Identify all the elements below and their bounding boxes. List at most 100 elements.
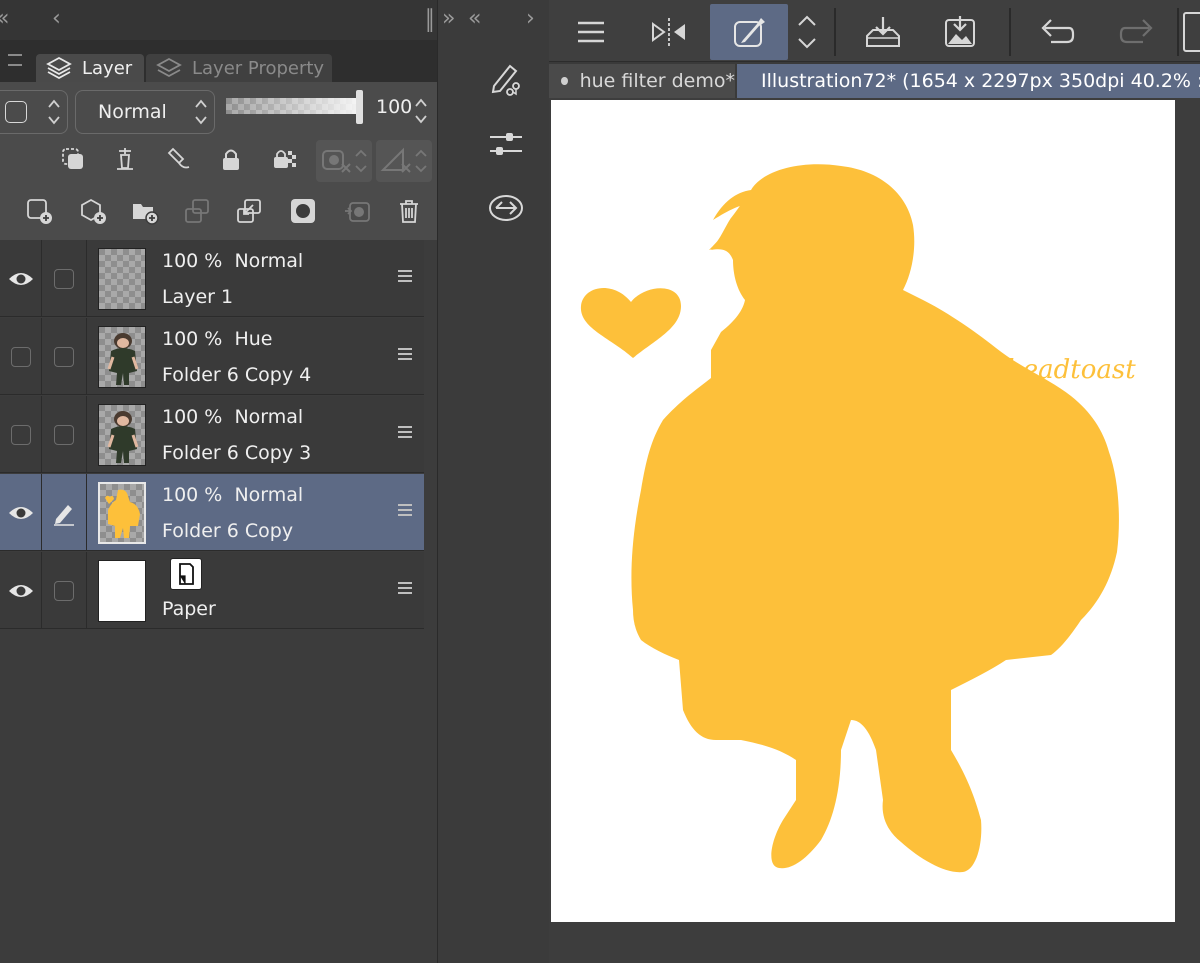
layer-name: Folder 6 Copy 4 (162, 364, 312, 386)
lock-layer-icon[interactable] (214, 142, 248, 176)
ruler-toggle-button[interactable] (376, 140, 432, 182)
layer-menu-icon[interactable] (398, 270, 412, 282)
checkbox (54, 424, 74, 445)
canvas-area: hue filter demo* Illustration72* (1654 x… (549, 0, 1200, 963)
apply-mask-icon[interactable] (340, 194, 374, 228)
opacity-value[interactable]: 100 (376, 96, 412, 118)
pen-icon (54, 504, 74, 526)
new-vector-layer-icon[interactable] (76, 194, 110, 228)
layer-name: Folder 6 Copy 3 (162, 442, 312, 464)
layer-thumbnail (98, 482, 146, 544)
layer-menu-icon[interactable] (398, 582, 412, 594)
image-export-icon (945, 16, 975, 47)
figure-silhouette (631, 164, 1119, 873)
visibility-toggle[interactable] (0, 396, 42, 473)
tab-layer[interactable]: Layer (36, 54, 144, 82)
layer-menu-icon[interactable] (398, 348, 412, 360)
transfer-to-lower-layer-icon[interactable] (180, 194, 214, 228)
merge-with-layer-below-icon[interactable] (232, 194, 266, 228)
layer-color-selector[interactable] (0, 90, 68, 134)
canvas-viewport[interactable]: headtoast (549, 98, 1200, 963)
doc-tab-illustration72[interactable]: Illustration72* (1654 x 2297px 350dpi 40… (737, 64, 1200, 98)
layer-row-folder-6-copy[interactable]: 100 % Normal Folder 6 Copy (0, 474, 424, 551)
toolbar-divider (1009, 8, 1011, 56)
eye-icon (8, 272, 33, 285)
reference-layer-icon[interactable] (108, 142, 142, 176)
layer-row-layer-1[interactable]: 100 % Normal Layer 1 (0, 240, 424, 317)
stabilizer-tool-button[interactable] (710, 4, 788, 60)
layer-row-paper[interactable]: Paper (0, 552, 424, 629)
new-raster-layer-icon[interactable] (22, 194, 56, 228)
tool-switch-spinner[interactable] (793, 4, 821, 60)
visibility-toggle[interactable] (0, 318, 42, 395)
lock-transparent-pixels-icon[interactable] (268, 142, 302, 176)
opacity-slider[interactable] (226, 98, 360, 114)
layer-opacity-mode: 100 % Normal (162, 406, 304, 428)
layer-opacity-mode: 100 % Normal (162, 250, 304, 272)
redo-icon (1119, 19, 1153, 44)
panel-tabs: Layer Layer Property (0, 40, 437, 82)
unsaved-dot-icon (561, 77, 568, 85)
export-image-button[interactable] (932, 4, 988, 60)
draft-layer-icon[interactable] (162, 142, 196, 176)
edit-target-toggle[interactable] (42, 552, 87, 629)
edit-target-toggle[interactable] (42, 318, 87, 395)
edit-target-toggle[interactable] (42, 240, 87, 317)
opacity-slider-handle[interactable] (356, 90, 363, 124)
swap-arrows-icon (489, 195, 523, 221)
canvas-paper[interactable]: headtoast (551, 100, 1175, 922)
eye-icon (8, 584, 33, 597)
redo-button[interactable] (1109, 4, 1165, 60)
edit-target-toggle[interactable] (42, 396, 87, 473)
toolbar-divider (834, 8, 836, 56)
visibility-toggle[interactable] (0, 474, 42, 551)
layer-panel: « ‹ Layer Layer Property Normal (0, 0, 437, 963)
collapse-left-icon[interactable]: « (0, 6, 9, 31)
tab-layer-label: Layer (82, 57, 133, 79)
flip-horizontal-button[interactable] (643, 4, 695, 60)
doc-tab-hue-filter-demo[interactable]: hue filter demo* (549, 64, 735, 98)
create-layer-mask-icon[interactable] (286, 194, 320, 228)
layer-list: 100 % Normal Layer 1 100 % Hue Folder 6 … (0, 240, 424, 630)
side-tool-strip: ║ » « › (424, 0, 549, 963)
collapse-left-icon[interactable]: « (468, 6, 481, 31)
layer-menu-icon[interactable] (398, 504, 412, 516)
layer-menu-icon[interactable] (398, 426, 412, 438)
panel-resize-handle-icon[interactable]: ║ (424, 8, 436, 32)
delete-layer-icon[interactable] (392, 194, 426, 228)
forward-chevron-icon[interactable]: › (526, 6, 535, 31)
save-button[interactable] (855, 4, 911, 60)
tab-layer-property[interactable]: Layer Property (146, 54, 332, 82)
new-folder-icon[interactable] (128, 194, 162, 228)
more-tools-button[interactable] (1183, 12, 1200, 52)
paper-layer-icon (170, 558, 202, 590)
visibility-toggle[interactable] (0, 552, 42, 629)
panel-menu-icon[interactable] (8, 54, 22, 66)
document-tabs: hue filter demo* Illustration72* (1654 x… (549, 62, 1200, 98)
expand-right-icon[interactable]: » (442, 6, 455, 31)
tray-download-icon (866, 17, 900, 47)
undo-button[interactable] (1029, 4, 1085, 60)
eye-icon (8, 506, 33, 519)
transfer-button[interactable] (484, 188, 528, 228)
blend-mode-select[interactable]: Normal (75, 90, 215, 134)
main-menu-button[interactable] (565, 4, 617, 60)
clip-to-layer-below-icon[interactable] (56, 142, 90, 176)
back-chevron-icon[interactable]: ‹ (52, 6, 61, 31)
visibility-toggle[interactable] (0, 240, 42, 317)
opacity-spinner-icon[interactable] (414, 96, 428, 126)
edit-target-toggle[interactable] (42, 474, 87, 551)
hamburger-icon (578, 21, 604, 43)
tool-property-button[interactable] (484, 124, 528, 164)
layer-row-folder-6-copy-4[interactable]: 100 % Hue Folder 6 Copy 4 (0, 318, 424, 395)
heart-shape (580, 288, 681, 358)
layer-opacity-mode: 100 % Hue (162, 328, 273, 350)
mask-toggle-button[interactable] (316, 140, 372, 182)
checkbox (10, 346, 31, 367)
doc-tab-label: Illustration72* (1654 x 2297px 350dpi 40… (761, 70, 1200, 92)
brush-settings-icon (491, 64, 520, 96)
layer-row-folder-6-copy-3[interactable]: 100 % Normal Folder 6 Copy 3 (0, 396, 424, 473)
sub-tool-palette-button[interactable] (484, 58, 528, 98)
canvas-toolbar (549, 0, 1200, 62)
eyedropper-icon (734, 18, 765, 47)
